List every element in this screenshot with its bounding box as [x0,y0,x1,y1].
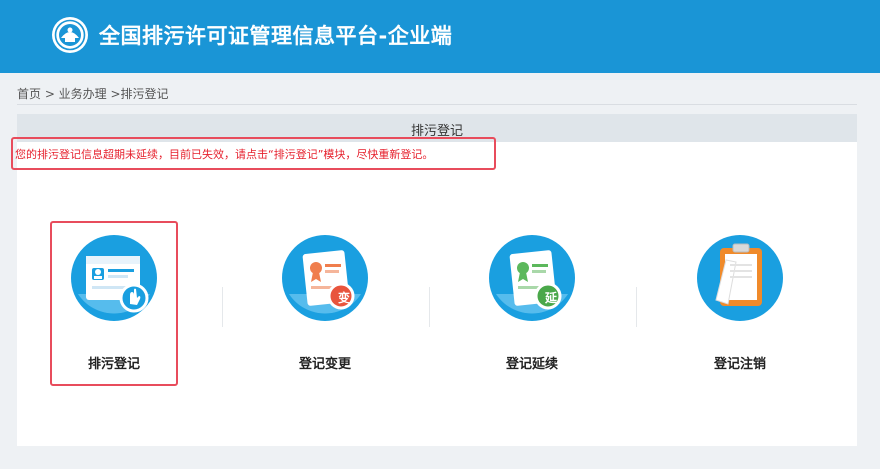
tile-highlight-box [50,221,178,386]
tile-registration-change[interactable]: 变 登记变更 [262,222,388,386]
breadcrumb-divider [17,104,857,105]
clipboard-cancel-icon [697,235,783,321]
app-title: 全国排污许可证管理信息平台-企业端 [99,24,453,48]
tile-divider [429,287,430,327]
extend-badge: 延 [544,291,557,305]
tile-label: 登记注销 [713,357,766,372]
certificate-extend-icon [489,235,575,321]
tile-label: 登记延续 [505,357,558,372]
tile-registration-extension[interactable]: 延 登记延续 [469,222,595,386]
breadcrumb[interactable]: 首页 > 业务办理 >排污登记 [17,85,169,102]
expired-notice: 您的排污登记信息超期未延续，目前已失效，请点击“排污登记”模块，尽快重新登记。 [15,148,434,161]
change-badge: 变 [337,291,350,305]
tile-divider [636,287,637,327]
tile-divider [222,287,223,327]
environment-logo-icon [52,17,88,53]
tile-registration-cancel[interactable]: 登记注销 [677,222,803,386]
tile-label: 登记变更 [298,357,351,372]
top-header: 全国排污许可证管理信息平台-企业端 [0,0,880,73]
certificate-change-icon [282,235,368,321]
